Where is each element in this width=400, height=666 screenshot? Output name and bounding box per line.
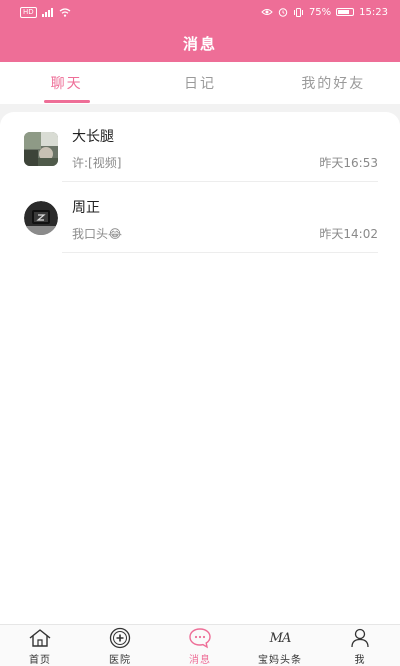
nav-label: 消息	[189, 655, 211, 666]
message-tabs: 聊天 日记 我的好友	[0, 62, 400, 104]
avatar	[24, 132, 58, 166]
nav-label: 医院	[109, 655, 131, 666]
wifi-icon	[59, 7, 71, 17]
bottom-navigation: 首页 医院 消息 MA 宝妈头条 我	[0, 624, 400, 666]
nav-item-messages[interactable]: 消息	[160, 625, 240, 666]
battery-level-fill	[338, 10, 349, 14]
alarm-icon	[278, 8, 288, 17]
nav-item-home[interactable]: 首页	[0, 625, 80, 666]
hospital-cross-icon	[107, 627, 133, 649]
tab-diary[interactable]: 日记	[133, 62, 266, 104]
tab-label: 我的好友	[301, 76, 366, 92]
nav-label: 我	[354, 655, 366, 666]
laughing-emoji: 😂	[108, 227, 123, 241]
divider	[62, 252, 378, 253]
chat-list-item[interactable]: 周正 我口头😂 昨天14:02	[0, 183, 400, 253]
avatar	[24, 201, 58, 235]
status-left: HD	[20, 6, 71, 18]
nav-label: 宝妈头条	[258, 655, 302, 666]
avatar-photo-icon	[24, 132, 58, 166]
tab-friends[interactable]: 我的好友	[267, 62, 400, 104]
page-title: 消息	[182, 34, 217, 53]
app-header: 消息	[0, 24, 400, 62]
nav-item-headlines[interactable]: MA 宝妈头条	[240, 625, 320, 666]
message-bubble-icon	[187, 627, 213, 649]
nav-label: 首页	[29, 655, 51, 666]
chat-list-item[interactable]: 大长腿 许:[视频] 昨天16:53	[0, 112, 400, 182]
ma-logo-text: MA	[269, 630, 292, 646]
person-icon	[347, 627, 373, 649]
cellular-signal-icon	[41, 7, 53, 17]
tab-chat[interactable]: 聊天	[0, 62, 133, 104]
ma-logo-icon: MA	[267, 627, 293, 649]
tab-label: 日记	[183, 76, 216, 92]
avatar-photo-icon	[24, 201, 58, 235]
vibrate-icon	[293, 7, 303, 17]
home-icon	[27, 627, 53, 649]
message-preview: 许:[视频]	[72, 156, 122, 170]
contact-name: 大长腿	[72, 129, 114, 145]
message-time: 昨天16:53	[319, 156, 378, 170]
contact-name: 周正	[72, 200, 100, 216]
battery-percent: 75%	[308, 6, 332, 18]
tab-label: 聊天	[50, 76, 83, 92]
battery-icon	[336, 8, 355, 16]
status-bar: HD 75% 15:23	[0, 0, 400, 24]
nav-item-hospital[interactable]: 医院	[80, 625, 160, 666]
message-preview: 我口头😂	[72, 225, 122, 242]
nav-item-me[interactable]: 我	[320, 625, 400, 666]
status-time: 15:23	[359, 6, 388, 18]
chat-list: 大长腿 许:[视频] 昨天16:53 周正 我口头😂 昨天14:02	[0, 112, 400, 624]
network-type-badge: HD	[20, 6, 37, 18]
eye-icon	[261, 9, 273, 15]
message-preview-text: 我口头	[72, 227, 109, 241]
message-time: 昨天14:02	[319, 227, 378, 241]
status-right: 75% 15:23	[261, 7, 388, 18]
divider	[62, 181, 378, 182]
